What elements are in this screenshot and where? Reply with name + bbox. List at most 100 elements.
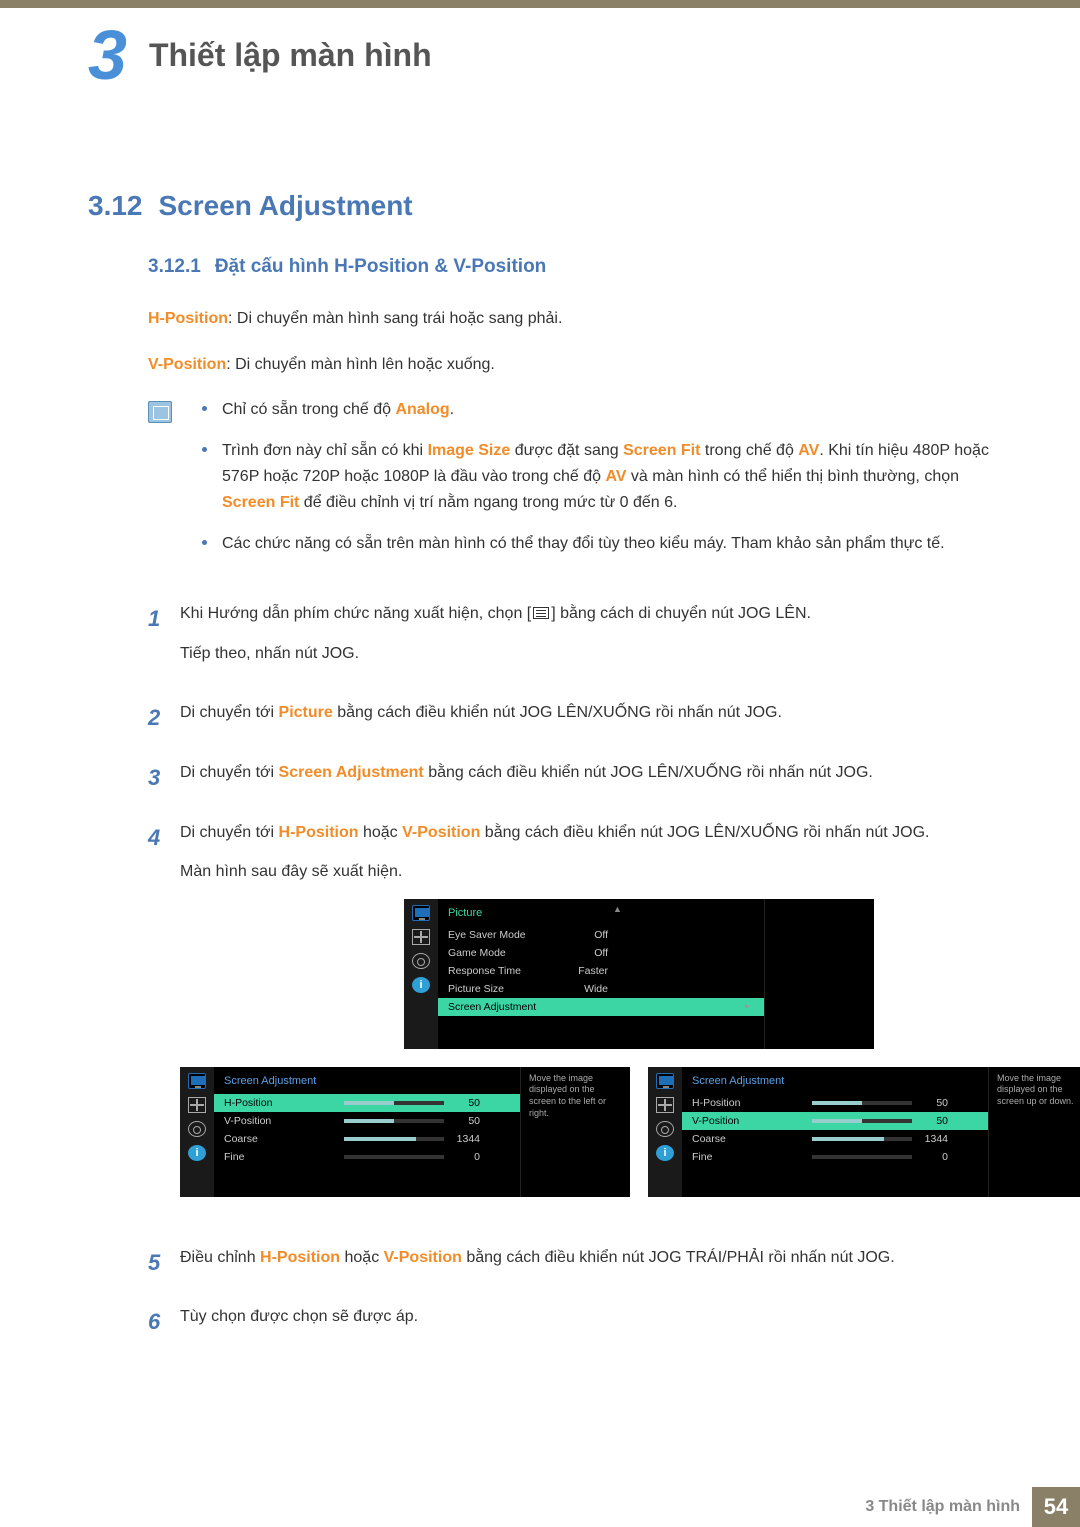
text: được đặt sang [510, 442, 623, 459]
slider-bar [812, 1101, 912, 1105]
text: bằng cách điều khiển nút JOG TRÁI/PHẢI r… [462, 1249, 895, 1266]
menu-icon [533, 607, 549, 619]
move-icon [188, 1097, 206, 1113]
osd-row: Response TimeFaster [438, 962, 764, 980]
section-title: Screen Adjustment [159, 190, 413, 221]
step-list: 1 Khi Hướng dẫn phím chức năng xuất hiện… [148, 601, 995, 1344]
text: và màn hình có thể hiển thị bình thường,… [626, 468, 959, 485]
osd-main-panel: Picture ▲ Eye Saver ModeOff Game ModeOff… [438, 899, 764, 1049]
note-item: Trình đơn này chỉ sẵn có khi Image Size … [202, 438, 995, 517]
osd-row: V-Position50 [214, 1112, 520, 1130]
gear-icon [656, 1121, 674, 1137]
right-arrow-icon: ▸ [745, 999, 750, 1015]
gear-icon [412, 953, 430, 969]
osd-label: Screen Adjustment [448, 999, 568, 1016]
osd-row: Coarse 1344 [214, 1130, 520, 1148]
osd-label: H-Position [224, 1095, 344, 1112]
osd-label: H-Position [692, 1095, 812, 1112]
osd-help-text: Move the image displayed on the screen t… [520, 1067, 630, 1197]
osd-hposition-menu: i Screen Adjustment H-Position50 V-Posit… [180, 1067, 630, 1197]
osd-row: Fine 0 [214, 1148, 520, 1166]
keyword-screen-adjustment: Screen Adjustment [279, 764, 424, 781]
osd-sidebar: i [404, 899, 438, 1049]
osd-label: Response Time [448, 963, 568, 980]
note-icon [148, 401, 172, 423]
osd-sidebar: i [648, 1067, 682, 1197]
step-number: 5 [148, 1245, 180, 1285]
text: . [450, 401, 454, 418]
osd-row: Picture SizeWide [438, 980, 764, 998]
slider-bar [812, 1155, 912, 1159]
text: hoặc [340, 1249, 384, 1266]
info-icon: i [656, 1145, 674, 1161]
osd-label: Fine [692, 1149, 812, 1166]
text: ] bằng cách di chuyển nút JOG LÊN. [551, 605, 811, 622]
osd-label: V-Position [692, 1113, 812, 1130]
osd-label: Eye Saver Mode [448, 927, 568, 944]
osd-main-panel: Screen Adjustment H-Position 50 V-Positio… [682, 1067, 988, 1197]
text: để điều chỉnh vị trí nằm ngang trong mức… [299, 494, 677, 511]
keyword-screen-fit: Screen Fit [623, 442, 700, 459]
keyword-vposition: V-Position [384, 1249, 462, 1266]
osd-row-highlighted: H-Position50 [214, 1094, 520, 1112]
up-arrow-icon: ▲ [613, 902, 622, 916]
step-number: 3 [148, 760, 180, 800]
osd-row: Game ModeOff [438, 944, 764, 962]
osd-row: Coarse 1344 [682, 1130, 988, 1148]
subsection-number: 3.12.1 [148, 256, 201, 277]
osd-row-highlighted: Screen Adjustment ▸ [438, 998, 764, 1016]
vposition-text: : Di chuyển màn hình lên hoặc xuống. [226, 356, 495, 373]
osd-title: Screen Adjustment [682, 1071, 988, 1095]
chapter-number: 3 [88, 20, 127, 90]
step-1: 1 Khi Hướng dẫn phím chức năng xuất hiện… [148, 601, 995, 680]
text: Điều chỉnh [180, 1249, 260, 1266]
osd-label: Picture Size [448, 981, 568, 998]
osd-value: 0 [452, 1149, 492, 1166]
osd-label: Game Mode [448, 945, 568, 962]
text: Di chuyển tới [180, 824, 279, 841]
osd-help-panel [764, 899, 874, 1049]
osd-label: V-Position [224, 1113, 344, 1130]
step-3: 3 Di chuyển tới Screen Adjustment bằng c… [148, 760, 995, 800]
subsection-title: Đặt cấu hình H-Position & V-Position [215, 256, 546, 277]
keyword-hposition: H-Position [260, 1249, 340, 1266]
move-icon [656, 1097, 674, 1113]
slider-bar [344, 1155, 444, 1159]
keyword-analog: Analog [395, 401, 449, 418]
osd-label: Fine [224, 1149, 344, 1166]
step-5: 5 Điều chỉnh H-Position hoặc V-Position … [148, 1245, 995, 1285]
osd-value: Faster [568, 963, 628, 980]
note-item: Các chức năng có sẵn trên màn hình có th… [202, 531, 995, 557]
osd-value: 50 [920, 1095, 960, 1112]
note-block: Chỉ có sẵn trong chế độ Analog. Trình đơ… [148, 397, 995, 571]
osd-label: Coarse [224, 1131, 344, 1148]
slider-bar [344, 1101, 444, 1105]
slider-bar [344, 1137, 444, 1141]
keyword-image-size: Image Size [428, 442, 511, 459]
text: bằng cách điều khiển nút JOG LÊN/XUỐNG r… [424, 764, 873, 781]
chapter-header: 3 Thiết lập màn hình [0, 8, 1080, 90]
section-number: 3.12 [88, 190, 143, 221]
text: Màn hình sau đây sẽ xuất hiện. [180, 859, 1080, 885]
text: trong chế độ [700, 442, 798, 459]
osd-row: Eye Saver ModeOff [438, 926, 764, 944]
text: bằng cách điều khiển nút JOG LÊN/XUỐNG r… [333, 704, 782, 721]
osd-title: Screen Adjustment [214, 1071, 520, 1095]
note-item: Chỉ có sẵn trong chế độ Analog. [202, 397, 995, 423]
osd-value: 1344 [920, 1131, 960, 1148]
monitor-icon [412, 905, 430, 921]
keyword-av: AV [798, 442, 819, 459]
osd-value: 1344 [452, 1131, 492, 1148]
keyword-screen-fit: Screen Fit [222, 494, 299, 511]
osd-value: Off [568, 927, 628, 944]
osd-help-text: Move the image displayed on the screen u… [988, 1067, 1080, 1197]
slider-bar [812, 1119, 912, 1123]
move-icon [412, 929, 430, 945]
monitor-icon [656, 1073, 674, 1089]
text: bằng cách điều khiển nút JOG LÊN/XUỐNG r… [480, 824, 929, 841]
text: Trình đơn này chỉ sẵn có khi [222, 442, 428, 459]
osd-row-highlighted: V-Position 50 [682, 1112, 988, 1130]
osd-label: Coarse [692, 1131, 812, 1148]
vposition-label: V-Position [148, 356, 226, 373]
osd-value: 50 [920, 1113, 960, 1130]
